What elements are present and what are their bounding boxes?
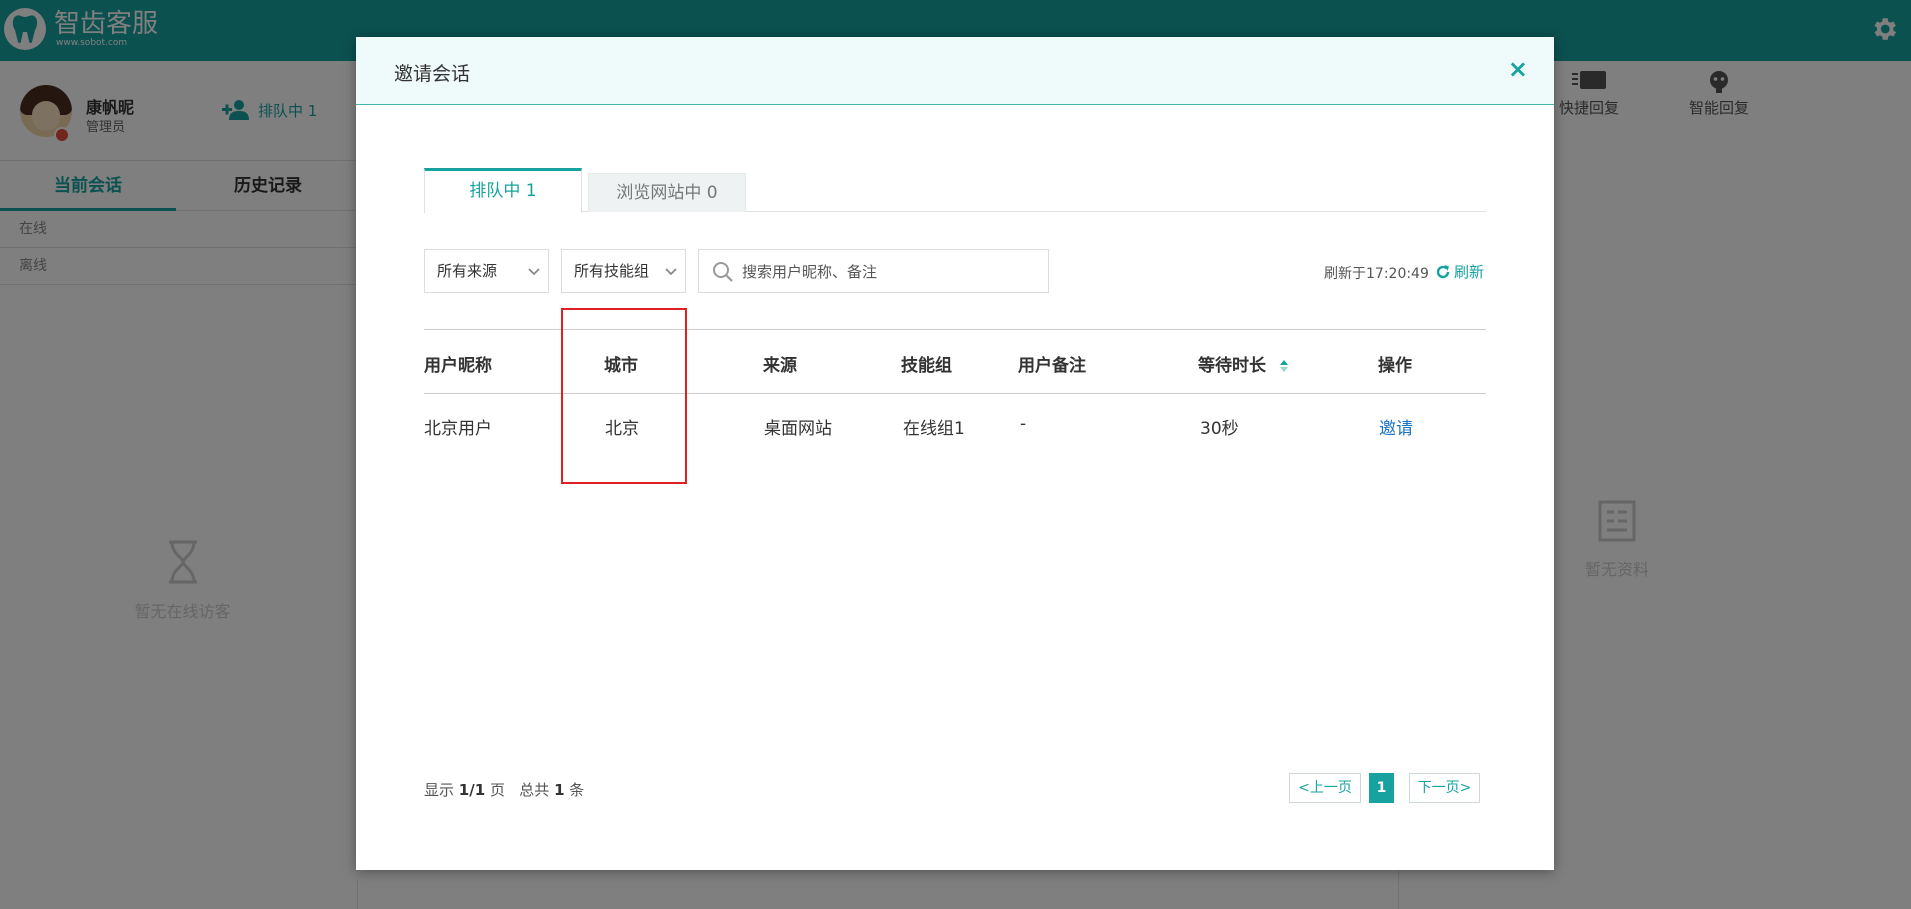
col-skill-group: 技能组: [901, 356, 952, 376]
refresh-button[interactable]: 刷新: [1435, 261, 1484, 282]
col-wait-time-label: 等待时长: [1198, 356, 1266, 376]
refresh-icon: [1436, 264, 1450, 278]
page-info-total: 总共: [519, 781, 550, 799]
tab-browsing[interactable]: 浏览网站中 0: [588, 173, 746, 212]
chevron-down-icon: [528, 268, 540, 276]
page-info-total-value: 1: [554, 781, 565, 799]
dialog-tabs: 排队中 1 浏览网站中 0: [424, 168, 1486, 213]
page-info-total-unit: 条: [569, 781, 585, 799]
page-info-show: 显示: [424, 781, 455, 799]
search-input[interactable]: [742, 260, 1032, 284]
table-row: 北京用户 北京 桌面网站 在线组1 - 30秒 邀请: [424, 394, 1486, 458]
skill-group-select[interactable]: 所有技能组: [561, 249, 686, 293]
cell-source: 桌面网站: [764, 419, 832, 439]
skill-group-select-value: 所有技能组: [574, 262, 650, 280]
col-note: 用户备注: [1018, 356, 1086, 376]
search-box[interactable]: [698, 249, 1049, 293]
prev-page-button[interactable]: <上一页: [1289, 773, 1361, 803]
page-info: 显示 1/1 页 总共 1 条: [424, 779, 584, 800]
col-nickname: 用户昵称: [424, 356, 492, 376]
source-select[interactable]: 所有来源: [424, 249, 549, 293]
invite-link[interactable]: 邀请: [1379, 414, 1413, 439]
cell-wait-time: 30秒: [1200, 419, 1239, 439]
cell-city: 北京: [605, 419, 639, 439]
current-page-button[interactable]: 1: [1369, 773, 1394, 803]
page-info-page-unit: 页: [489, 781, 505, 799]
close-icon[interactable]: ×: [1508, 57, 1528, 81]
source-select-value: 所有来源: [437, 262, 498, 280]
refresh-label: 刷新: [1454, 263, 1485, 281]
filter-bar: 所有来源 所有技能组 刷新于17:20:49 刷新: [424, 249, 1486, 293]
queue-table: 用户昵称 城市 来源 技能组 用户备注 等待时长 操作 北京用户 北京 桌面网站…: [424, 329, 1486, 458]
search-icon: [713, 262, 733, 282]
table-header: 用户昵称 城市 来源 技能组 用户备注 等待时长 操作: [424, 329, 1486, 394]
refresh-time: 刷新于17:20:49: [1324, 266, 1429, 282]
dialog-header: 邀请会话 ×: [356, 37, 1554, 105]
chevron-down-icon: [665, 268, 677, 276]
cell-skill-group: 在线组1: [903, 419, 965, 439]
cell-nickname: 北京用户: [424, 419, 492, 439]
col-source: 来源: [763, 356, 797, 376]
invite-dialog: 邀请会话 × 排队中 1 浏览网站中 0 所有来源 所有技能组 刷新于17:20…: [356, 37, 1554, 870]
page-info-page: 1/1: [458, 781, 486, 799]
next-page-button[interactable]: 下一页>: [1409, 773, 1480, 803]
dialog-title: 邀请会话: [394, 63, 471, 85]
cell-note: -: [1020, 414, 1027, 434]
sort-icon[interactable]: [1279, 360, 1288, 372]
col-city: 城市: [604, 356, 638, 376]
col-wait-time[interactable]: 等待时长: [1198, 351, 1288, 376]
tab-queue[interactable]: 排队中 1: [424, 168, 582, 213]
col-action: 操作: [1378, 356, 1412, 376]
